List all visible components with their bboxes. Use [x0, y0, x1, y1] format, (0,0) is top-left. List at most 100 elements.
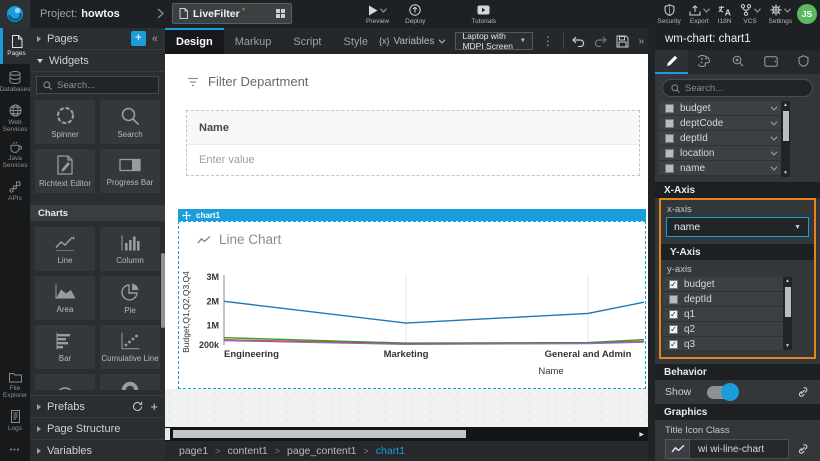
breadcrumb-item-chart1[interactable]: chart1 [376, 445, 405, 457]
kebab-menu-icon[interactable]: ⋮ [542, 34, 554, 48]
widget-selection-bar[interactable]: chart1 [178, 209, 646, 221]
sidebar-item-databases[interactable]: Databases [0, 64, 30, 100]
properties-search-input[interactable]: Search... [662, 79, 813, 97]
widget-tile-cumulative-line[interactable]: Cumulative Line [100, 325, 160, 369]
filter-form-title[interactable]: Filter Department [187, 74, 308, 89]
widget-tile-progress-bar[interactable]: Progress Bar [100, 149, 160, 193]
livefilter-form[interactable]: Name Enter value [186, 110, 640, 176]
x-axis-select[interactable]: name ▼ [666, 217, 809, 237]
tutorials-button[interactable]: Tutorials [471, 4, 496, 25]
scroll-up-arrow[interactable]: ▲ [781, 101, 790, 109]
sidebar-item-web-services[interactable]: Web Services [0, 100, 30, 137]
add-prefab-button[interactable]: + [150, 402, 158, 412]
widget-tile-pie[interactable]: Pie [100, 276, 160, 320]
unchecked-checkbox[interactable] [665, 134, 674, 143]
field-row-deptId[interactable]: deptId [659, 131, 790, 146]
tab-script[interactable]: Script [282, 28, 332, 54]
unchecked-checkbox[interactable] [665, 149, 674, 158]
redo-button[interactable] [594, 36, 607, 47]
widget-tile-gauge[interactable]: Gauge [35, 374, 95, 390]
widget-tile-bar[interactable]: Bar [35, 325, 95, 369]
widget-tile-richtext-editor[interactable]: Richtext Editor [35, 149, 95, 193]
field-row-name[interactable]: name [659, 161, 790, 176]
show-toggle[interactable] [707, 386, 737, 399]
horizontal-scrollbar[interactable]: ▶ [165, 427, 648, 441]
settings-button[interactable]: Settings [769, 4, 793, 25]
device-selector[interactable]: Laptop with MDPI Screen ▼ [455, 32, 532, 50]
checked-checkbox[interactable]: ✓ [669, 325, 678, 334]
scrollbar-thumb[interactable] [783, 111, 789, 141]
properties-tab-security[interactable] [787, 50, 820, 74]
user-avatar[interactable]: JS [797, 4, 817, 24]
field-row-budget[interactable]: ✓budget [663, 277, 792, 292]
panel-scrollbar[interactable] [161, 253, 165, 328]
scrollbar-thumb[interactable] [173, 430, 466, 438]
chart-widget[interactable]: chart1 Line Chart 3M2M1M200kEngineeringM… [178, 209, 646, 389]
collapse-panel-button[interactable]: « [152, 33, 158, 45]
checked-checkbox[interactable]: ✓ [669, 280, 678, 289]
bind-property-icon[interactable] [797, 443, 808, 455]
field-row-q2[interactable]: ✓q2 [663, 322, 792, 337]
vcs-button[interactable]: VCS [740, 4, 761, 25]
scroll-down-arrow[interactable]: ▼ [783, 342, 792, 350]
widget-tile-column[interactable]: Column [100, 227, 160, 271]
title-icon-class-input[interactable]: wi wi-line-chart [689, 439, 789, 459]
list-scrollbar[interactable]: ▲▼ [781, 101, 790, 177]
tab-style[interactable]: Style [333, 28, 379, 54]
sidebar-item-apis[interactable]: APIs [0, 173, 30, 209]
page-structure-section-header[interactable]: Page Structure [30, 417, 165, 439]
security-button[interactable]: Security [657, 4, 680, 25]
properties-tab-styles[interactable] [688, 50, 721, 74]
scroll-up-arrow[interactable]: ▲ [783, 277, 792, 285]
more-tools-button[interactable]: » [638, 36, 644, 47]
preview-button[interactable]: Preview [366, 4, 389, 25]
scrollbar-thumb[interactable] [785, 287, 791, 317]
field-row-deptId[interactable]: deptId [663, 292, 792, 307]
save-button[interactable] [616, 35, 629, 48]
unchecked-checkbox[interactable] [665, 119, 674, 128]
export-button[interactable]: Export [689, 4, 710, 25]
name-input[interactable]: Enter value [187, 145, 639, 175]
widget-tile-search[interactable]: Search [100, 100, 160, 144]
variables-button[interactable]: {x} Variables [379, 36, 446, 47]
field-row-deptCode[interactable]: deptCode [659, 116, 790, 131]
sidebar-item-java-services[interactable]: Java Services [0, 137, 30, 173]
field-row-budget[interactable]: budget [659, 101, 790, 116]
widget-search-input[interactable]: Search... [36, 76, 159, 94]
properties-tab-devices[interactable] [754, 50, 787, 74]
breadcrumb-item-page1[interactable]: page1 [179, 445, 208, 457]
add-page-button[interactable]: + [131, 31, 146, 46]
variables-section-header[interactable]: Variables [30, 439, 165, 461]
field-row-q1[interactable]: ✓q1 [663, 307, 792, 322]
widget-tile-line[interactable]: Line [35, 227, 95, 271]
deploy-button[interactable]: Deploy [405, 4, 425, 25]
properties-tab-properties[interactable] [655, 50, 688, 74]
breadcrumb-item-page_content1[interactable]: page_content1 [287, 445, 356, 457]
checked-checkbox[interactable]: ✓ [669, 310, 678, 319]
scroll-down-arrow[interactable]: ▼ [781, 169, 790, 177]
grid-icon[interactable] [276, 9, 285, 18]
tab-design[interactable]: Design [165, 28, 224, 54]
i18n-button[interactable]: AI18N [718, 4, 732, 25]
widget-tile-area[interactable]: Area [35, 276, 95, 320]
pages-section-header[interactable]: Pages + « [30, 28, 165, 50]
wavemaker-logo-icon[interactable] [0, 0, 30, 28]
checked-checkbox[interactable]: ✓ [669, 340, 678, 349]
unchecked-checkbox[interactable] [665, 104, 674, 113]
more-options-button[interactable]: ••• [0, 439, 30, 461]
refresh-icon[interactable] [132, 401, 143, 412]
bind-property-icon[interactable] [797, 386, 808, 398]
field-row-location[interactable]: location [659, 146, 790, 161]
page-tab-livefilter[interactable]: LiveFilter * [172, 3, 292, 24]
scroll-right-arrow[interactable]: ▶ [639, 431, 648, 438]
list-scrollbar[interactable]: ▲▼ [783, 277, 792, 350]
field-row-q3[interactable]: ✓q3 [663, 337, 792, 350]
sidebar-item-logs[interactable]: Logs [0, 403, 30, 439]
widget-tile-donut[interactable]: Donut [100, 374, 160, 390]
properties-tab-events[interactable] [721, 50, 754, 74]
breadcrumb-item-content1[interactable]: content1 [227, 445, 267, 457]
sidebar-item-file-explorer[interactable]: File Explorer [0, 367, 30, 403]
tab-markup[interactable]: Markup [224, 28, 283, 54]
prefabs-section-header[interactable]: Prefabs + [30, 395, 165, 417]
unchecked-checkbox[interactable] [669, 295, 678, 304]
